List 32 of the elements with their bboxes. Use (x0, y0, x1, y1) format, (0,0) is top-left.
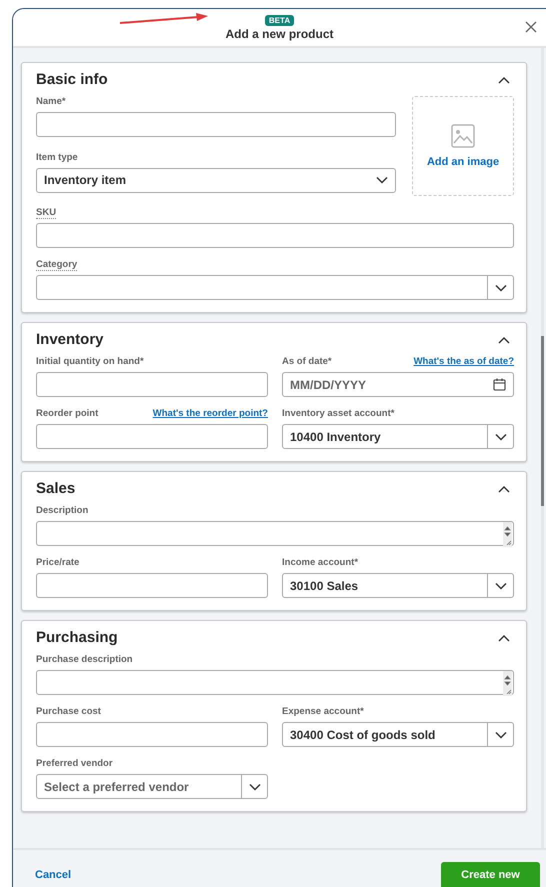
field-label: Price/rate (36, 557, 80, 568)
field-label: Purchase description (36, 654, 133, 665)
field-label: Item type (36, 152, 78, 162)
dropdown[interactable]: Select a preferred vendor (36, 774, 268, 799)
create-button[interactable]: Create new (441, 862, 540, 887)
field-label: As of date* (282, 356, 332, 367)
section-title: Purchasing (36, 629, 118, 646)
image-upload[interactable]: Add an image (412, 96, 514, 196)
field-label: Initial quantity on hand* (36, 356, 144, 367)
dropdown[interactable]: 30400 Cost of goods sold (282, 722, 514, 747)
dropdown[interactable]: 10400 Inventory (282, 424, 514, 449)
field-label: SKU (36, 207, 56, 219)
dialog-title: Add a new product (226, 26, 334, 40)
field-label: Name* (36, 96, 66, 107)
date-field[interactable]: MM/DD/YYYY (282, 372, 514, 397)
field-label: Description (36, 505, 88, 516)
section-title: Sales (36, 480, 76, 497)
field-label: Inventory asset account* (282, 408, 394, 419)
dropdown[interactable]: 30100 Sales (282, 573, 514, 598)
beta-badge: BETA (264, 14, 294, 26)
section-title: Inventory (36, 331, 104, 348)
help-link[interactable]: What's the as of date? (414, 356, 514, 367)
help-link[interactable]: What's the reorder point? (152, 408, 268, 419)
field-label: Income account* (282, 557, 358, 568)
field-label: Preferred vendor (36, 758, 113, 769)
section-title: Basic info (36, 71, 108, 88)
dropdown[interactable]: Inventory item (36, 168, 396, 192)
cancel-link[interactable]: Cancel (35, 869, 72, 881)
field-label: Expense account* (282, 706, 364, 717)
field-label: Category (36, 259, 78, 271)
field-label: Purchase cost (36, 706, 101, 717)
field-label: Reorder point (36, 408, 98, 419)
